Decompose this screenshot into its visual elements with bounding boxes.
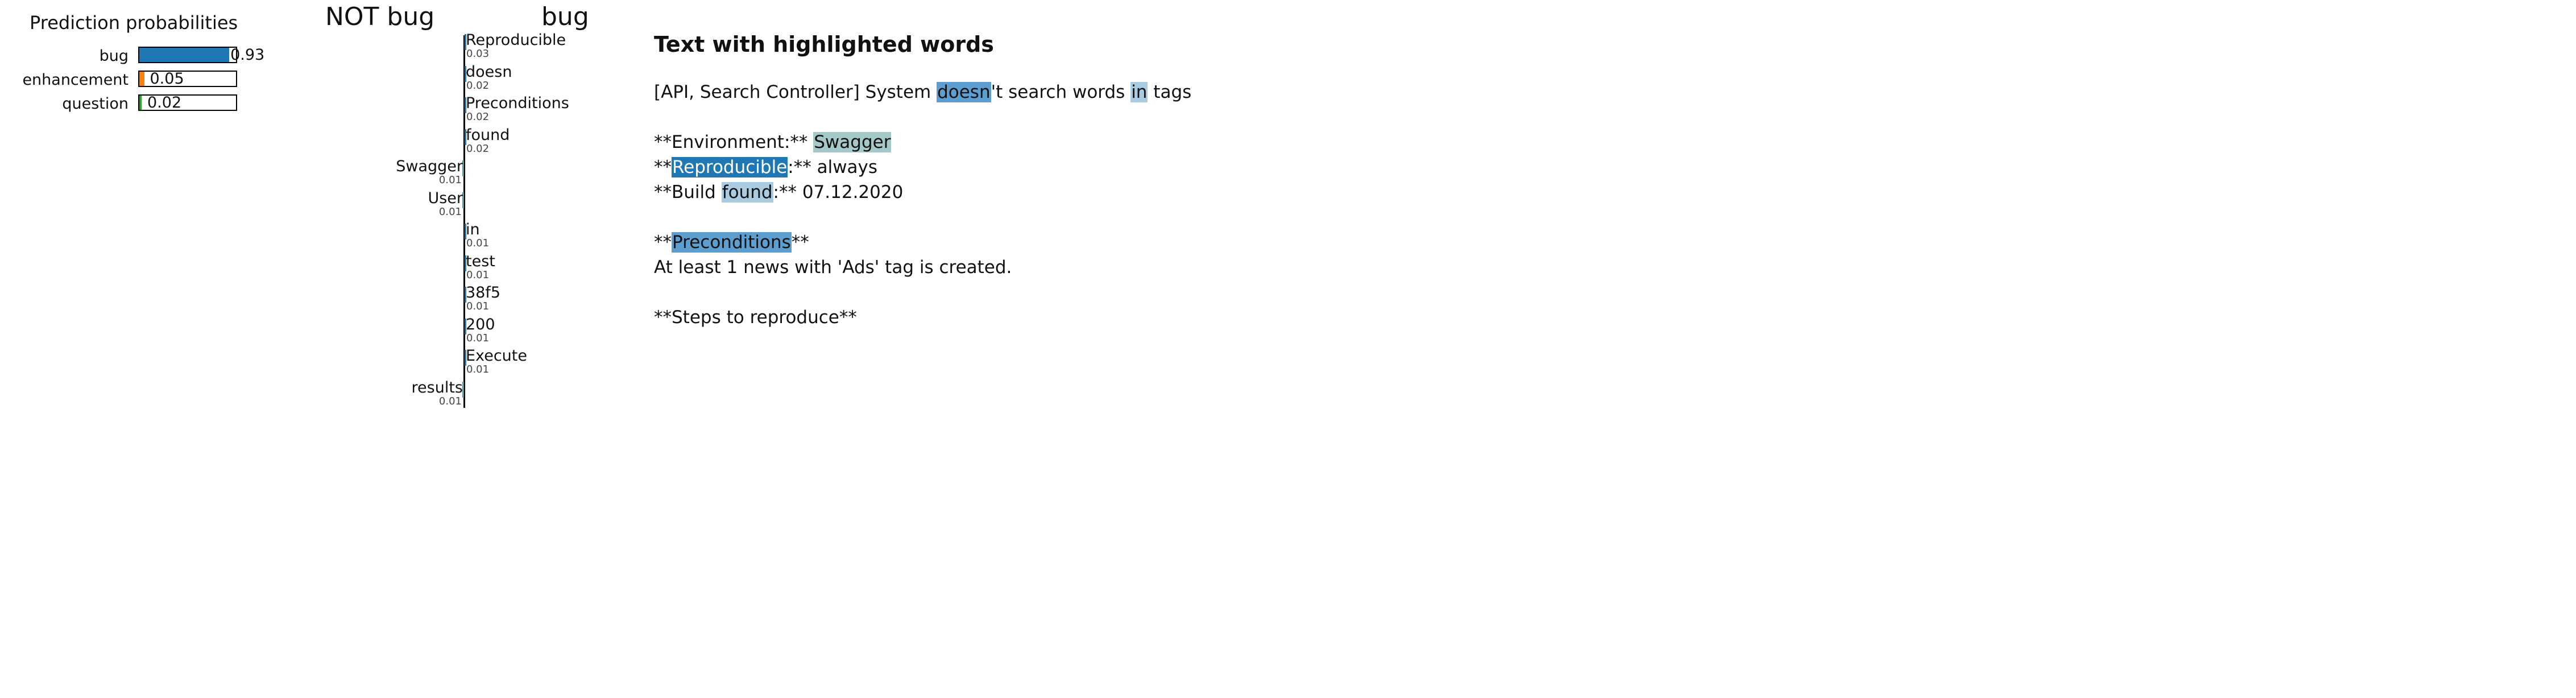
feature-weight-value: 0.02 [466,79,490,92]
highlighted-word: found [721,182,773,203]
text-segment: tags [1148,82,1192,102]
text-line: **Reproducible:** always [654,155,877,180]
feature-word-label: Reproducible [466,31,566,49]
probability-row: enhancement 0.05 [0,71,2576,90]
text-segment: [API, Search Controller] System [654,82,937,102]
highlighted-text-title: Text with highlighted words [654,32,994,57]
text-line: **Build found:** 07.12.2020 [654,180,903,205]
probability-label: question [62,95,129,113]
highlighted-word: Preconditions [672,232,792,253]
text-segment: :** always [788,157,878,177]
feature-word-label: Swagger [396,158,463,175]
feature-weight-value: 0.01 [466,300,490,312]
feature-weight-value: 0.01 [466,332,490,344]
probability-value: 0.02 [147,94,182,111]
feature-weight-value: 0.01 [438,205,462,218]
feature-weight-value: 0.01 [438,395,462,407]
probability-bar-fill [139,48,230,62]
probability-row: bug 0.93 [0,47,2576,66]
prediction-probabilities-title: Prediction probabilities [30,12,238,34]
probability-label: enhancement [22,71,129,89]
feature-word-label: 200 [466,315,495,333]
probability-label: bug [99,47,129,65]
text-line: At least 1 news with 'Ads' tag is create… [654,255,1012,280]
feature-weight-value: 0.02 [466,111,490,123]
text-segment: ** [654,157,672,177]
feature-word-label: Execute [466,347,527,365]
bug-heading: bug [541,2,589,31]
text-line: **Steps to reproduce** [654,305,857,330]
probability-bar-fill [139,96,142,110]
text-line: [API, Search Controller] System doesn't … [654,80,1191,105]
probability-bar-fill [139,72,144,86]
feature-word-label: 38f5 [466,284,501,301]
feature-weight-value: 0.01 [466,269,490,281]
text-segment: ** [791,232,809,253]
feature-word-label: Preconditions [466,94,569,112]
text-segment: **Build [654,182,722,203]
highlighted-word: Reproducible [672,157,788,177]
feature-weight-value: 0.01 [466,364,490,375]
text-segment: :** 07.12.2020 [773,182,904,203]
text-segment: At least 1 news with 'Ads' tag is create… [654,257,1012,278]
text-segment: **Steps to reproduce** [654,307,857,328]
feature-word-label: in [466,221,480,238]
probability-row: question 0.02 [0,94,2576,114]
feature-weight-value: 0.01 [438,174,462,186]
probability-value: 0.93 [230,46,265,64]
highlighted-word: doesn [937,82,991,102]
feature-word-label: User [428,189,463,207]
probability-value: 0.05 [150,70,184,88]
text-segment: **Environment:** [654,132,814,152]
feature-weight-value: 0.01 [466,237,490,249]
text-segment: ** [654,232,672,253]
text-line: **Preconditions** [654,230,809,255]
feature-weight-value: 0.03 [466,48,490,60]
highlighted-word: in [1130,82,1148,102]
feature-weight-value: 0.02 [466,142,490,155]
highlighted-word: Swagger [813,132,892,152]
probability-bar-box [138,47,237,63]
text-segment: 't search words [991,82,1131,102]
feature-word-label: test [466,252,495,270]
feature-word-label: found [466,126,510,144]
feature-word-label: doesn [466,63,512,81]
text-line: **Environment:** Swagger [654,130,892,155]
feature-word-label: results [411,378,463,397]
not-bug-heading: NOT bug [325,2,435,31]
